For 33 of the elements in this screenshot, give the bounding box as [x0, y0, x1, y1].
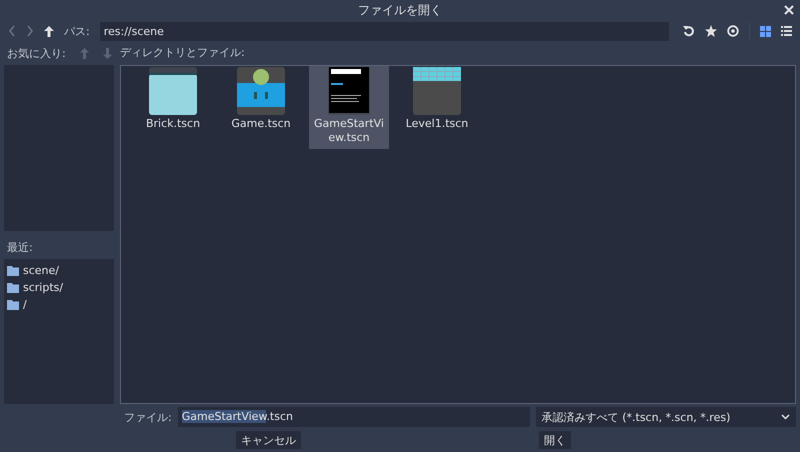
- folder-icon: [7, 300, 19, 310]
- chevron-down-icon: [781, 414, 790, 420]
- files-label: ディレクトリとファイル:: [120, 45, 246, 61]
- up-arrow-icon[interactable]: [44, 26, 54, 36]
- file-name-field[interactable]: GameStartView.tscn: [178, 407, 530, 427]
- scene-thumbnail-icon: [149, 67, 197, 115]
- recent-item[interactable]: /: [4, 296, 114, 313]
- file-item[interactable]: Level1.tscn: [397, 66, 477, 135]
- file-item[interactable]: Brick.tscn: [133, 66, 213, 135]
- recent-label: 最近:: [7, 240, 34, 255]
- folder-icon: [7, 282, 19, 292]
- window-title: ファイルを開く: [358, 2, 442, 18]
- eye-icon[interactable]: [727, 25, 739, 37]
- path-field[interactable]: res://scene: [100, 22, 669, 40]
- close-icon[interactable]: [784, 5, 794, 15]
- file-item[interactable]: GameStartView.tscn: [309, 66, 389, 149]
- recent-item[interactable]: scripts/: [4, 279, 114, 296]
- scene-thumbnail-icon: [237, 67, 285, 115]
- refresh-icon[interactable]: [683, 25, 695, 37]
- folder-icon: [7, 266, 19, 276]
- file-item[interactable]: Game.tscn: [221, 66, 301, 135]
- path-label: パス:: [64, 24, 90, 38]
- cancel-button[interactable]: キャンセル: [236, 431, 301, 449]
- scene-thumbnail-icon: [325, 67, 373, 115]
- scene-thumbnail-icon: [413, 67, 461, 115]
- open-button[interactable]: 開く: [539, 431, 571, 449]
- recent-item[interactable]: scene/: [4, 262, 114, 279]
- favorites-label: お気に入り:: [7, 46, 66, 60]
- filter-dropdown[interactable]: 承認済みすべて (*.tscn, *.scn, *.res): [536, 407, 796, 427]
- grid-view-icon[interactable]: [760, 26, 771, 36]
- star-icon[interactable]: [705, 25, 717, 37]
- list-view-icon[interactable]: [781, 26, 792, 36]
- file-label: ファイル:: [124, 410, 172, 424]
